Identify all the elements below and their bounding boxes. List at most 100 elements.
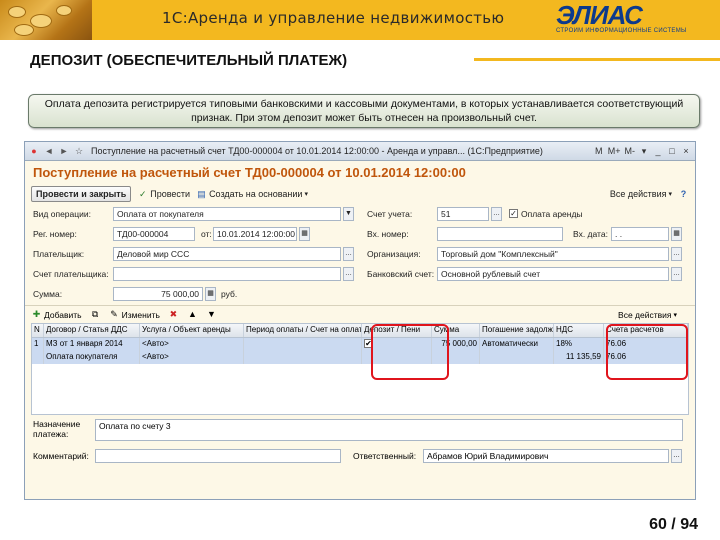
- all-actions-menu[interactable]: Все действия ▾: [610, 189, 672, 199]
- forward-icon[interactable]: ►: [58, 145, 70, 157]
- col-header-period[interactable]: Период оплаты / Счет на оплату: [244, 324, 362, 337]
- responsible-field[interactable]: Абрамов Юрий Владимирович: [423, 449, 669, 463]
- ellipsis-icon[interactable]: …: [491, 207, 502, 221]
- table-row-continued[interactable]: Оплата покупателя <Авто> 11 135,59 76.06: [32, 351, 688, 364]
- rent-payment-checkbox[interactable]: ✓: [509, 209, 518, 218]
- post-close-button[interactable]: Провести и закрыть: [31, 186, 132, 202]
- calculator-icon[interactable]: ▦: [205, 287, 216, 301]
- comment-label: Комментарий:: [33, 451, 89, 461]
- org-field[interactable]: Торговый дом "Комплексный": [437, 247, 669, 261]
- back-icon[interactable]: ◄: [43, 145, 55, 157]
- cell-dds-article[interactable]: Оплата покупателя: [44, 351, 140, 364]
- post-label: Провести: [150, 189, 191, 199]
- cell-service[interactable]: <Авто>: [140, 338, 244, 351]
- col-header-n[interactable]: N: [32, 324, 44, 337]
- cell-vat-rate[interactable]: 18%: [554, 338, 604, 351]
- date-field[interactable]: 10.01.2014 12:00:00: [213, 227, 297, 241]
- col-header-contract[interactable]: Договор / Статья ДДС: [44, 324, 140, 337]
- purpose-field[interactable]: Оплата по счету 3: [95, 419, 683, 441]
- cell-period[interactable]: [244, 338, 362, 351]
- payer-account-label: Счет плательщика:: [33, 269, 109, 279]
- payer-label: Плательщик:: [33, 249, 85, 259]
- arrow-down-icon: ▼: [206, 309, 216, 319]
- add-row-button[interactable]: ✚ Добавить: [31, 309, 82, 320]
- currency-label: руб.: [221, 289, 238, 299]
- slide-header-title: 1С:Аренда и управление недвижимостью: [162, 9, 505, 27]
- ellipsis-icon[interactable]: …: [343, 247, 354, 261]
- ellipsis-icon[interactable]: …: [671, 449, 682, 463]
- post-icon: ✓: [138, 188, 147, 199]
- help-button[interactable]: ?: [678, 189, 689, 200]
- reg-no-label: Рег. номер:: [33, 229, 77, 239]
- change-row-label: Изменить: [121, 309, 160, 320]
- table-header: N Договор / Статья ДДС Услуга / Объект а…: [32, 324, 688, 338]
- comment-field[interactable]: [95, 449, 341, 463]
- title-rule: [474, 58, 720, 61]
- calendar-icon[interactable]: ▦: [299, 227, 310, 241]
- cell-debt[interactable]: Автоматически: [480, 338, 554, 351]
- col-header-debt[interactable]: Погашение задолж.: [480, 324, 554, 337]
- rent-payment-label: Оплата аренды: [521, 209, 583, 219]
- responsible-label: Ответственный:: [353, 451, 417, 461]
- in-no-field[interactable]: [437, 227, 563, 241]
- cell-empty: [244, 351, 362, 364]
- close-button[interactable]: ×: [681, 146, 691, 157]
- account-label: Счет учета:: [367, 209, 413, 219]
- payer-account-field[interactable]: [113, 267, 341, 281]
- ellipsis-icon[interactable]: …: [343, 267, 354, 281]
- coin-graphic: [30, 14, 52, 28]
- change-row-button[interactable]: ✎ Изменить: [109, 309, 160, 320]
- move-down-button[interactable]: ▼: [206, 309, 217, 320]
- move-up-button[interactable]: ▲: [187, 309, 198, 320]
- post-button[interactable]: ✓ Провести: [137, 189, 190, 200]
- table-row[interactable]: 1 МЗ от 1 января 2014 <Авто> ✔ 75 000,00…: [32, 338, 688, 351]
- arrow-up-icon: ▲: [187, 309, 197, 319]
- cell-empty: [32, 351, 44, 364]
- coin-graphic: [14, 24, 34, 36]
- op-type-field[interactable]: Оплата от покупателя: [113, 207, 341, 221]
- add-icon: ✚: [32, 309, 41, 319]
- copy-row-button[interactable]: ⧉: [90, 309, 101, 320]
- delete-row-button[interactable]: ✖: [168, 309, 179, 320]
- reg-no-field[interactable]: ТД00-000004: [113, 227, 195, 241]
- company-logo: ЭЛИАС СТРОИМ ИНФОРМАЦИОННЫЕ СИСТЕМЫ: [556, 0, 716, 37]
- delete-icon: ✖: [169, 309, 178, 319]
- memory-button[interactable]: M: [594, 146, 604, 157]
- calendar-icon[interactable]: ▦: [671, 227, 682, 241]
- col-header-service[interactable]: Услуга / Объект аренды: [140, 324, 244, 337]
- logo-brand: ЭЛИАС: [556, 0, 643, 30]
- maximize-button[interactable]: □: [667, 146, 677, 157]
- table-toolbar: ✚ Добавить ⧉ ✎ Изменить ✖ ▲ ▼ Все действия…: [25, 305, 695, 323]
- cell-contract[interactable]: МЗ от 1 января 2014: [44, 338, 140, 351]
- all-actions-label: Все действия: [609, 189, 667, 199]
- star-icon[interactable]: ☆: [73, 145, 85, 157]
- org-label: Организация:: [367, 249, 421, 259]
- table-all-actions-menu[interactable]: Все действия ▾: [618, 310, 677, 320]
- window-title: Поступление на расчетный счет ТД00-00000…: [91, 146, 543, 156]
- sum-field[interactable]: 75 000,00: [113, 287, 203, 301]
- payer-field[interactable]: Деловой мир ССС: [113, 247, 341, 261]
- ellipsis-icon[interactable]: …: [671, 267, 682, 281]
- create-based-icon: ▤: [197, 188, 206, 199]
- cell-vat-sum[interactable]: 11 135,59: [554, 351, 604, 364]
- page-number: 60 / 94: [649, 516, 698, 533]
- col-header-vat[interactable]: НДС: [554, 324, 604, 337]
- memory-plus-button[interactable]: M+: [608, 146, 621, 157]
- app-icon[interactable]: ●: [28, 145, 40, 157]
- coins-photo: [0, 0, 92, 40]
- document-title: Поступление на расчетный счет ТД00-00000…: [33, 165, 466, 180]
- minimize-button[interactable]: _: [653, 146, 663, 157]
- create-based-button[interactable]: ▤ Создать на основании ▾: [196, 189, 308, 200]
- in-date-field[interactable]: . .: [611, 227, 669, 241]
- app-window: ● ◄ ► ☆ Поступление на расчетный счет ТД…: [24, 141, 696, 500]
- copy-icon: ⧉: [91, 309, 99, 319]
- deposit-highlight: [371, 324, 449, 380]
- memory-minus-button[interactable]: M-: [625, 146, 636, 157]
- bank-account-field[interactable]: Основной рублевый счет: [437, 267, 669, 281]
- account-field[interactable]: 51: [437, 207, 489, 221]
- menu-dropdown-button[interactable]: ▾: [639, 146, 649, 157]
- ellipsis-icon[interactable]: …: [671, 247, 682, 261]
- cell-rent-object[interactable]: <Авто>: [140, 351, 244, 364]
- sum-label: Сумма:: [33, 289, 63, 299]
- chevron-down-icon[interactable]: ▼: [343, 207, 354, 221]
